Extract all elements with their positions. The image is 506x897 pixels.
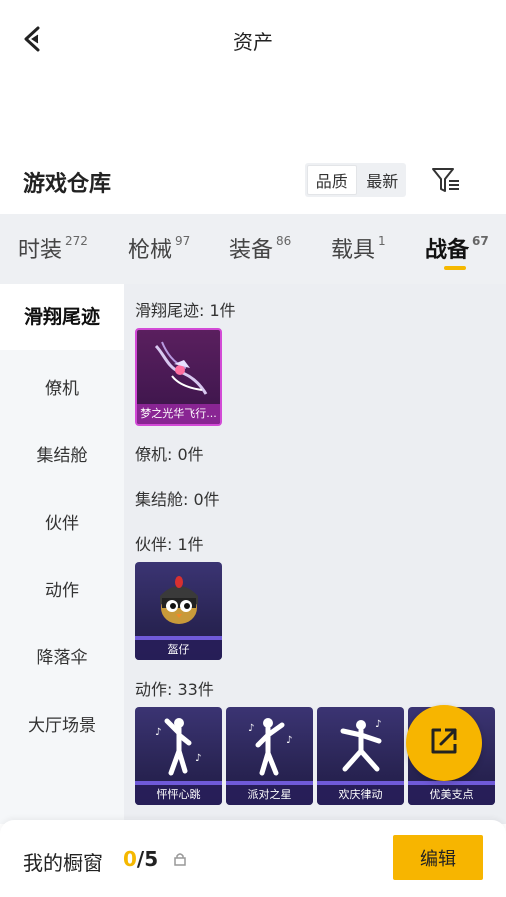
emote-image: ♪ ♪	[135, 707, 222, 785]
item-name: 优美支点	[408, 785, 495, 805]
sidebar-item-parachute[interactable]: 降落伞	[0, 643, 124, 668]
share-fab-button[interactable]	[406, 705, 482, 781]
sort-toggle: 品质 最新	[305, 163, 406, 197]
sidebar-item-partner[interactable]: 伙伴	[0, 509, 124, 534]
showcase-bar: 我的橱窗 0/5 编辑	[0, 820, 506, 897]
item-name: 欢庆律动	[317, 785, 404, 805]
svg-text:♪: ♪	[195, 753, 201, 764]
active-tab-indicator	[444, 266, 466, 270]
item-card[interactable]: 梦之光华飞行...	[135, 328, 222, 426]
item-card[interactable]: ♪ 欢庆律动	[317, 707, 404, 805]
sidebar-item-emote[interactable]: 动作	[0, 576, 124, 601]
section-label-rally-pod: 集结舱: 0件	[135, 490, 220, 509]
item-name: 梦之光华飞行...	[137, 404, 220, 424]
emote-image: ♪	[317, 707, 404, 785]
section-label-partner: 伙伴: 1件	[135, 535, 204, 554]
item-name: 怦怦心跳	[135, 785, 222, 805]
section-label-glide-trail: 滑翔尾迹: 1件	[135, 301, 236, 320]
filter-icon[interactable]	[430, 164, 462, 196]
item-card[interactable]: ♪ ♪ 怦怦心跳	[135, 707, 222, 805]
svg-text:♪: ♪	[248, 723, 254, 734]
section-label-emote: 动作: 33件	[135, 680, 214, 699]
item-card[interactable]: ♪ ♪ 派对之星	[226, 707, 313, 805]
partner-image	[135, 562, 222, 640]
tab-fashion[interactable]: 时装 272	[18, 232, 88, 264]
sort-latest-button[interactable]: 最新	[359, 163, 407, 197]
page-title: 资产	[233, 30, 273, 54]
item-card[interactable]: 盔仔	[135, 562, 222, 660]
top-bar: 资产	[0, 0, 506, 80]
svg-text:♪: ♪	[155, 727, 161, 738]
lock-icon	[173, 851, 187, 866]
sort-quality-button[interactable]: 品质	[307, 165, 357, 195]
sidebar-item-rally-pod[interactable]: 集结舱	[0, 441, 124, 466]
sidebar-item-glide-trail[interactable]: 滑翔尾迹	[0, 284, 124, 350]
item-name: 盔仔	[135, 640, 222, 660]
showcase-label: 我的橱窗	[23, 851, 103, 875]
tab-readiness[interactable]: 战备 67	[425, 232, 489, 264]
svg-text:♪: ♪	[286, 735, 292, 746]
sidebar: 滑翔尾迹 僚机 集结舱 伙伴 动作 降落伞 大厅场景	[0, 284, 124, 824]
showcase-count: 0/5	[123, 847, 159, 871]
item-name: 派对之星	[226, 785, 313, 805]
tab-equipment[interactable]: 装备 86	[229, 232, 291, 264]
emote-image: ♪ ♪	[226, 707, 313, 785]
external-link-icon	[427, 724, 461, 762]
category-tabs: 时装 272 枪械 97 装备 86 载具 1 战备 67	[0, 214, 506, 284]
tab-vehicles[interactable]: 载具 1	[331, 232, 386, 264]
sidebar-item-lobby-scene[interactable]: 大厅场景	[0, 711, 124, 736]
repo-title: 游戏仓库	[23, 172, 112, 197]
tab-guns[interactable]: 枪械 97	[128, 232, 190, 264]
edit-button[interactable]: 编辑	[393, 835, 483, 880]
section-label-wingman: 僚机: 0件	[135, 445, 204, 464]
glide-trail-image	[137, 330, 220, 408]
svg-text:♪: ♪	[375, 719, 381, 730]
sidebar-item-wingman[interactable]: 僚机	[0, 374, 124, 399]
